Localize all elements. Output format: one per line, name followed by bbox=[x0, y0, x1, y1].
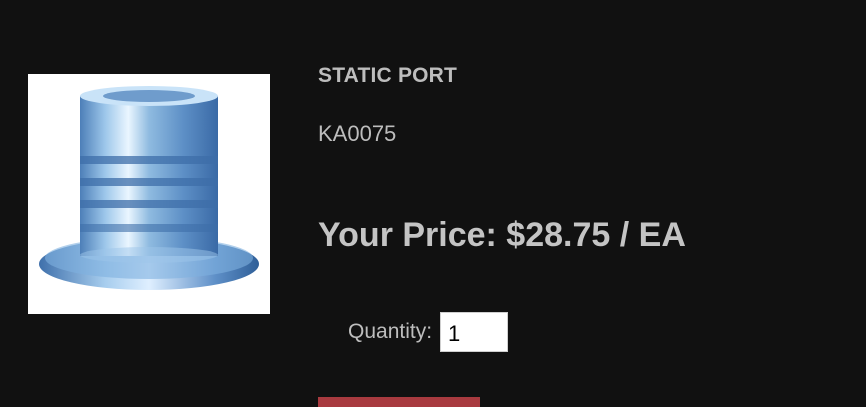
product-price: Your Price: $28.75 / EA bbox=[318, 216, 686, 254]
product-sku: KA0075 bbox=[318, 121, 397, 146]
quantity-label: Quantity: bbox=[348, 320, 433, 343]
add-to-cart-button[interactable] bbox=[318, 397, 480, 407]
product-title: STATIC PORT bbox=[318, 64, 458, 87]
static-port-fitting-icon bbox=[39, 86, 259, 290]
quantity-row: Quantity: bbox=[348, 312, 509, 352]
product-image[interactable] bbox=[28, 74, 270, 314]
quantity-input[interactable] bbox=[440, 312, 509, 352]
